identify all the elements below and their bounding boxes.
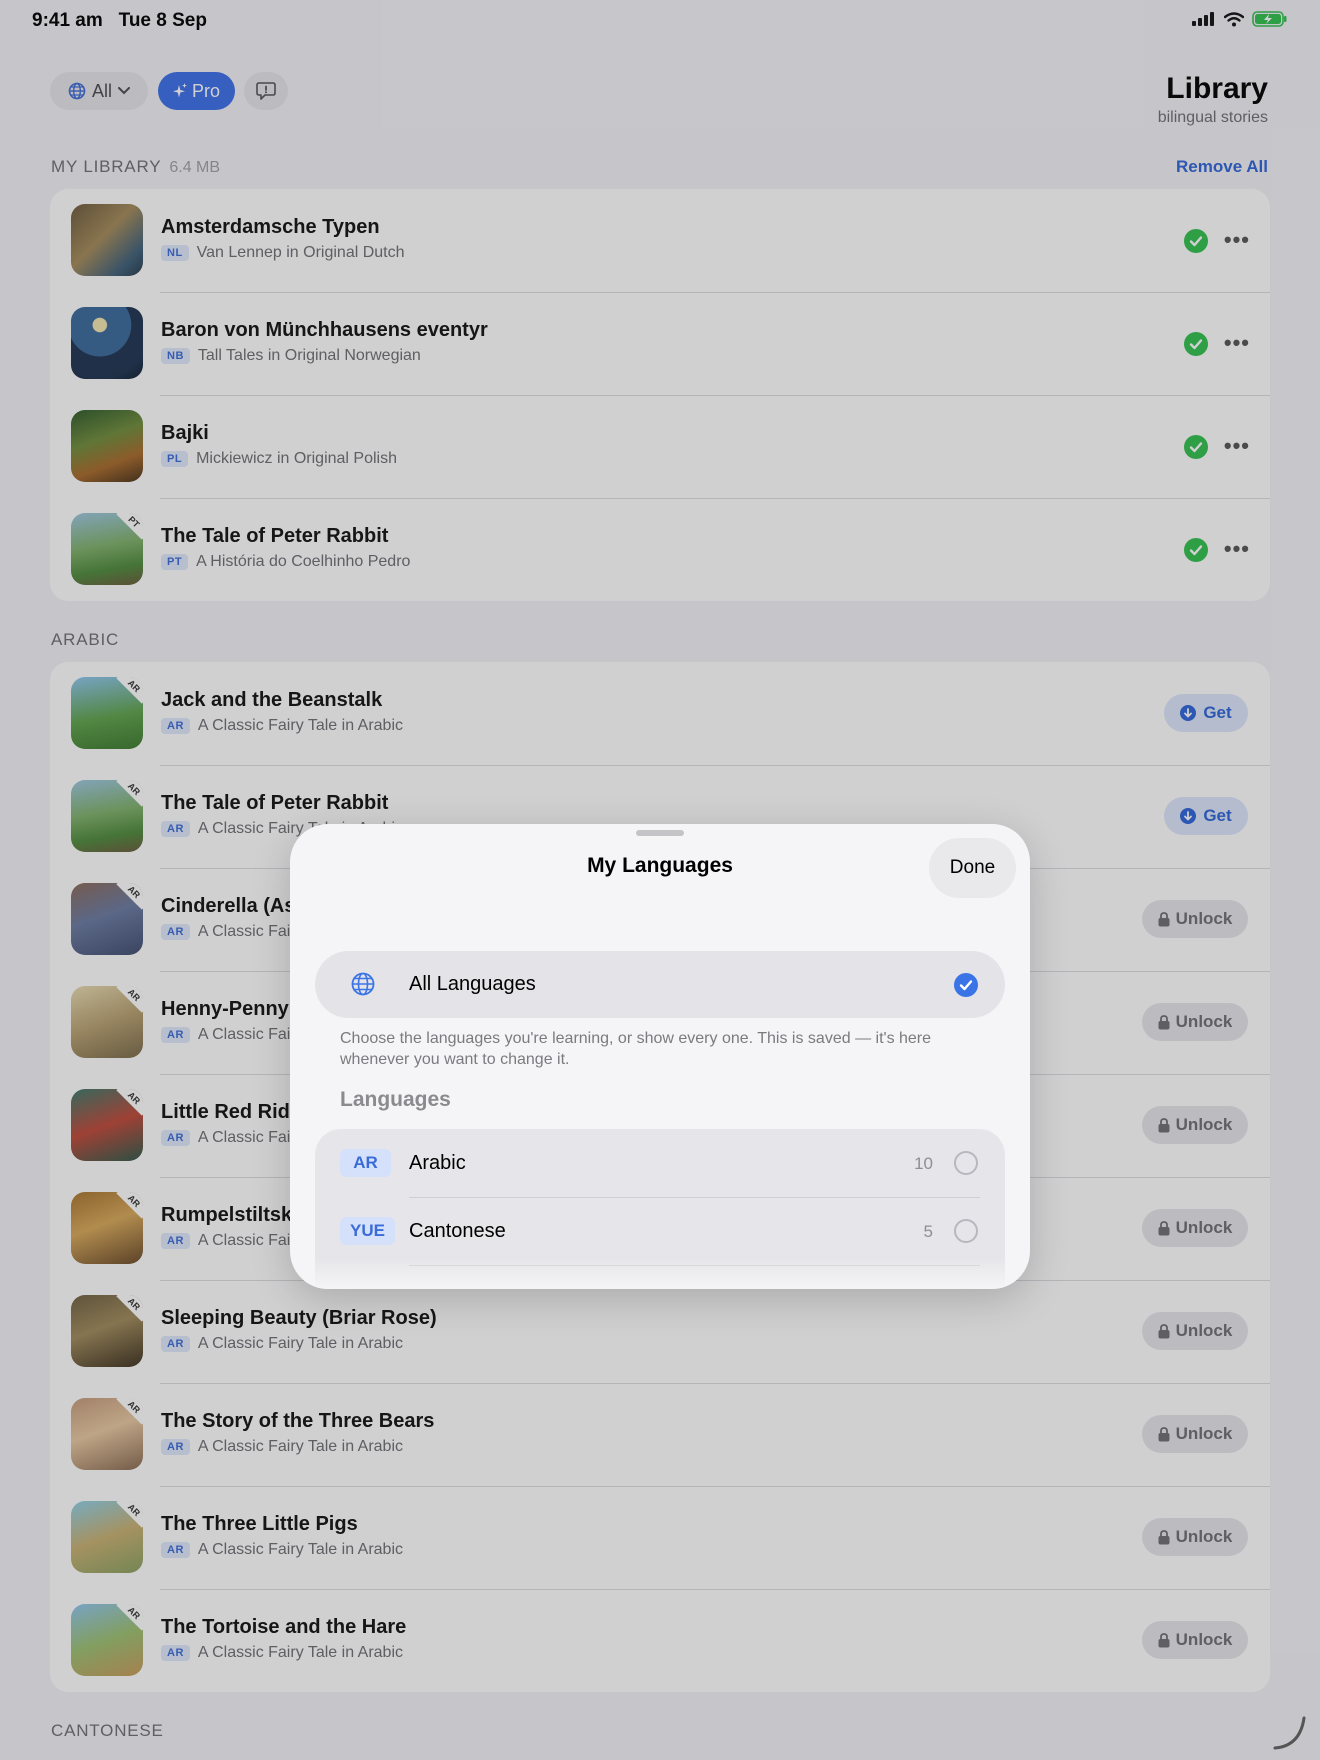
language-story-count: 10 xyxy=(914,1154,933,1173)
languages-heading: Languages xyxy=(340,1088,451,1111)
sheet-scroll-fade xyxy=(290,1259,1030,1289)
language-option-arabic[interactable]: AR Arabic 10 xyxy=(315,1129,1005,1197)
sheet-title: My Languages xyxy=(587,854,733,877)
globe-icon xyxy=(351,972,375,996)
all-languages-label: All Languages xyxy=(409,973,536,995)
my-languages-sheet: My Languages Done All Languages Choose t… xyxy=(290,824,1030,1289)
sheet-grabber[interactable] xyxy=(636,830,684,836)
sheet-help-text: Choose the languages you're learning, or… xyxy=(340,1030,932,1068)
language-name: Arabic xyxy=(409,1152,466,1174)
done-button[interactable]: Done xyxy=(929,838,1016,898)
language-code: AR xyxy=(340,1149,391,1177)
language-story-count: 5 xyxy=(923,1222,933,1241)
selected-check-icon xyxy=(954,973,978,997)
library-screen: 9:41 am Tue 8 Sep All Pro Library biling… xyxy=(0,0,1320,1760)
language-name: Cantonese xyxy=(409,1220,506,1242)
scroll-indicator-icon xyxy=(1273,1716,1306,1750)
unselected-radio-icon[interactable] xyxy=(954,1151,978,1175)
all-languages-option[interactable]: All Languages xyxy=(315,951,1005,1018)
language-option-cantonese[interactable]: YUE Cantonese 5 xyxy=(315,1197,1005,1265)
language-code: YUE xyxy=(340,1217,395,1245)
unselected-radio-icon[interactable] xyxy=(954,1219,978,1243)
